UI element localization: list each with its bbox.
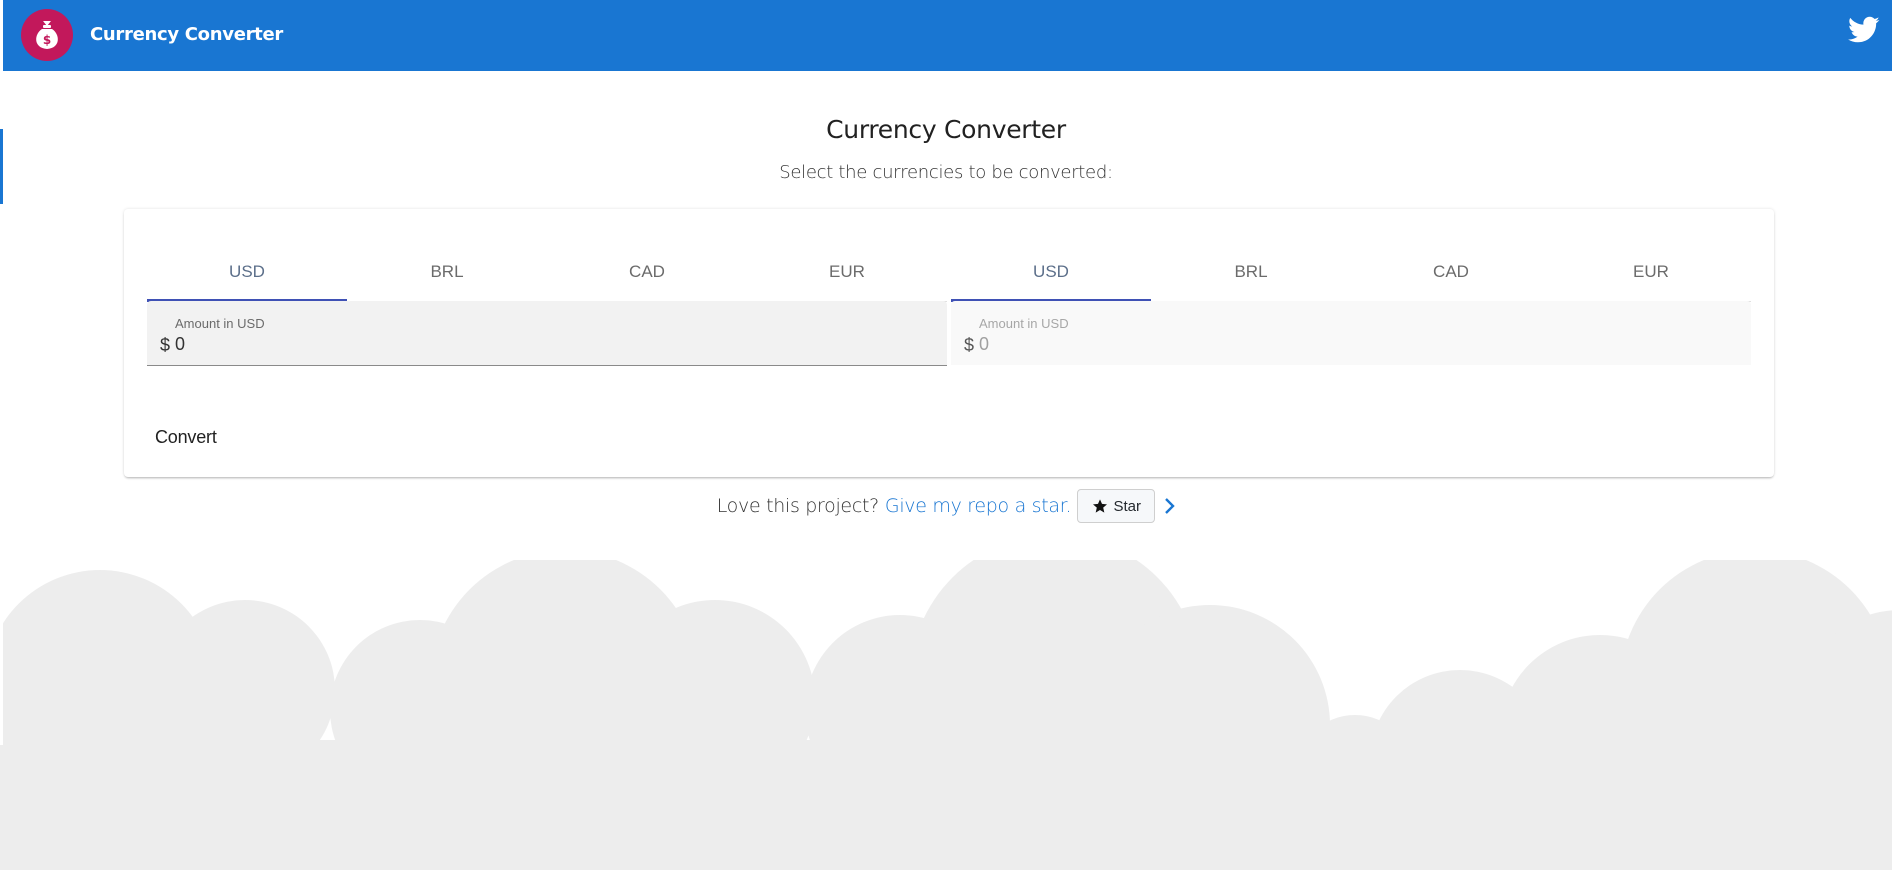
convert-button[interactable]: Convert bbox=[147, 427, 225, 448]
chevron-right-icon[interactable] bbox=[1163, 497, 1175, 515]
money-bag-icon: $ bbox=[21, 9, 73, 61]
app-bar: $ Currency Converter bbox=[3, 0, 1892, 71]
page-subtitle: Select the currencies to be converted: bbox=[779, 162, 1113, 183]
cloud-background bbox=[0, 560, 1892, 870]
svg-text:$: $ bbox=[43, 33, 51, 47]
to-tab-usd[interactable]: USD bbox=[951, 243, 1151, 302]
to-tab-brl[interactable]: BRL bbox=[1151, 243, 1351, 301]
love-text: Love this project? bbox=[716, 495, 879, 517]
star-prompt: Love this project? Give my repo a star. … bbox=[0, 488, 1892, 524]
from-tab-eur[interactable]: EUR bbox=[747, 243, 947, 301]
to-currency-prefix: $ bbox=[964, 335, 975, 355]
from-tab-brl[interactable]: BRL bbox=[347, 243, 547, 301]
github-star-button[interactable]: Star bbox=[1077, 489, 1156, 523]
from-currency-prefix: $ bbox=[160, 335, 171, 355]
app-title: Currency Converter bbox=[90, 24, 283, 45]
to-amount-label: Amount in USD bbox=[979, 316, 1069, 331]
to-currency-tabs: USD BRL CAD EUR bbox=[951, 243, 1751, 302]
to-tab-eur[interactable]: EUR bbox=[1551, 243, 1751, 301]
twitter-icon[interactable] bbox=[1848, 16, 1880, 44]
repo-star-link[interactable]: Give my repo a star. bbox=[885, 495, 1072, 517]
to-amount-field: Amount in USD $ bbox=[951, 301, 1751, 365]
from-amount-input[interactable] bbox=[175, 334, 915, 355]
from-amount-label: Amount in USD bbox=[175, 316, 265, 331]
from-amount-field[interactable]: Amount in USD $ bbox=[147, 301, 947, 366]
from-tab-usd[interactable]: USD bbox=[147, 243, 347, 302]
from-currency-tabs: USD BRL CAD EUR bbox=[147, 243, 947, 302]
from-tab-cad[interactable]: CAD bbox=[547, 243, 747, 301]
page-title: Currency Converter bbox=[826, 115, 1066, 144]
converter-card: USD BRL CAD EUR USD BRL CAD EUR Amount i… bbox=[124, 209, 1774, 477]
to-tab-cad[interactable]: CAD bbox=[1351, 243, 1551, 301]
to-amount-input bbox=[979, 334, 1719, 355]
star-icon bbox=[1092, 499, 1107, 513]
star-button-label: Star bbox=[1113, 497, 1142, 515]
